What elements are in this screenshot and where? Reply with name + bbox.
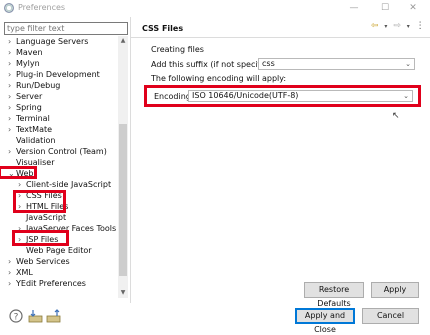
tree-item-label: Web Page Editor [26, 246, 92, 255]
chevron-right-icon[interactable]: › [8, 124, 16, 135]
import-icon[interactable] [28, 309, 44, 323]
minimize-button[interactable]: — [347, 2, 361, 14]
window-title: Preferences [18, 3, 66, 12]
chevron-right-icon[interactable]: › [8, 91, 16, 102]
tree-item-maven[interactable]: › Maven [8, 47, 43, 58]
filter-field[interactable] [4, 22, 128, 35]
restore-defaults-button[interactable]: Restore Defaults [304, 282, 364, 308]
chevron-right-icon[interactable]: › [8, 69, 16, 80]
tree-item-web-page-editor[interactable]: Web Page Editor [18, 245, 92, 256]
tree-item-web-services[interactable]: › Web Services [8, 256, 70, 267]
title-bar: Preferences — ☐ ✕ [0, 0, 430, 17]
tree-item-label: Spring [16, 103, 42, 112]
tree-item-version-control[interactable]: › Version Control (Team) [8, 146, 107, 157]
encoding-note: The following encoding will apply: [151, 74, 287, 83]
page-nav-tools: ⇦ ▾ ⇨ ▾ ⋮ [371, 21, 428, 33]
chevron-right-icon[interactable]: › [8, 36, 16, 47]
tree-item-label: Language Servers [16, 37, 89, 46]
chevron-right-icon[interactable]: › [8, 47, 16, 58]
tree-item-label: Plug-in Development [16, 70, 100, 79]
tree-item-client-side-javascript[interactable]: › Client-side JavaScript [18, 179, 111, 190]
apply-and-close-button[interactable]: Apply and Close [295, 308, 355, 334]
view-menu-icon[interactable]: ⋮ [416, 21, 425, 31]
chevron-right-icon[interactable]: › [8, 113, 16, 124]
tree-item-label: XML [16, 268, 33, 277]
tree-item-label: Version Control (Team) [16, 147, 107, 156]
chevron-right-icon[interactable]: › [8, 102, 16, 113]
mouse-cursor-icon: ↖ [392, 111, 400, 121]
chevron-right-icon[interactable]: › [8, 146, 16, 157]
close-button[interactable]: ✕ [406, 2, 420, 14]
suffix-combo[interactable]: css ⌄ [258, 58, 415, 70]
tree-item-label: Server [16, 92, 43, 101]
tree-scrollbar[interactable]: ▲ ▼ [118, 36, 128, 298]
tree-item-label: TextMate [16, 125, 53, 134]
creating-files-label: Creating files [151, 45, 204, 54]
chevron-right-icon[interactable]: › [18, 179, 26, 190]
cancel-button[interactable]: Cancel [362, 308, 419, 324]
annotation-box-css-html-files [13, 190, 66, 213]
filter-input[interactable] [5, 23, 127, 34]
forward-menu-chevron-icon[interactable]: ▾ [407, 23, 410, 30]
tree-item-label: Run/Debug [16, 81, 61, 90]
tree-item-textmate[interactable]: › TextMate [8, 124, 52, 135]
scroll-thumb[interactable] [119, 124, 127, 276]
annotation-box-web [0, 166, 37, 179]
svg-text:?: ? [14, 313, 19, 323]
back-menu-chevron-icon[interactable]: ▾ [384, 23, 387, 30]
tree-item-label: Client-side JavaScript [26, 180, 112, 189]
tree-item-label: YEdit Preferences [16, 279, 86, 288]
header-separator [131, 37, 430, 38]
back-arrow-icon[interactable]: ⇦ [371, 21, 379, 31]
tree-item-label: Terminal [16, 114, 50, 123]
scroll-up-icon[interactable]: ▲ [118, 36, 128, 46]
tree-item-mylyn[interactable]: › Mylyn [8, 58, 40, 69]
help-icon[interactable]: ? [8, 309, 24, 323]
maximize-button[interactable]: ☐ [378, 2, 392, 14]
tree-item-terminal[interactable]: › Terminal [8, 113, 50, 124]
tree-item-label: Mylyn [16, 59, 40, 68]
panel-divider [130, 17, 131, 303]
chevron-down-icon[interactable]: ⌄ [405, 59, 411, 69]
page-title: CSS Files [142, 24, 184, 33]
tree-item-label: Validation [16, 136, 56, 145]
annotation-box-jsp-files [12, 230, 69, 246]
tree-item-spring[interactable]: › Spring [8, 102, 42, 113]
apply-button[interactable]: Apply [371, 282, 419, 298]
export-icon[interactable] [46, 309, 62, 323]
eclipse-app-icon [4, 3, 14, 13]
chevron-right-icon[interactable]: › [8, 256, 16, 267]
tree-item-label: Web Services [16, 257, 70, 266]
chevron-right-icon[interactable]: › [8, 58, 16, 69]
tree-item-javascript[interactable]: JavaScript [18, 212, 66, 223]
chevron-right-icon[interactable]: › [8, 278, 16, 289]
chevron-right-icon[interactable]: › [8, 80, 16, 91]
scroll-down-icon[interactable]: ▼ [118, 288, 128, 298]
tree-item-plugin-development[interactable]: › Plug-in Development [8, 69, 100, 80]
tree-item-run-debug[interactable]: › Run/Debug [8, 80, 60, 91]
tree-item-label: JavaScript [26, 213, 67, 222]
forward-arrow-icon[interactable]: ⇨ [393, 21, 401, 31]
tree-item-xml[interactable]: › XML [8, 267, 33, 278]
tree-item-validation[interactable]: Validation [8, 135, 56, 146]
tree-item-server[interactable]: › Server [8, 91, 42, 102]
chevron-right-icon[interactable]: › [8, 267, 16, 278]
tree-item-language-servers[interactable]: › Language Servers [8, 36, 88, 47]
suffix-value: css [262, 59, 275, 68]
tree-item-yedit-preferences[interactable]: › YEdit Preferences [8, 278, 86, 289]
tree-item-label: Maven [16, 48, 43, 57]
annotation-box-encoding [144, 85, 421, 107]
